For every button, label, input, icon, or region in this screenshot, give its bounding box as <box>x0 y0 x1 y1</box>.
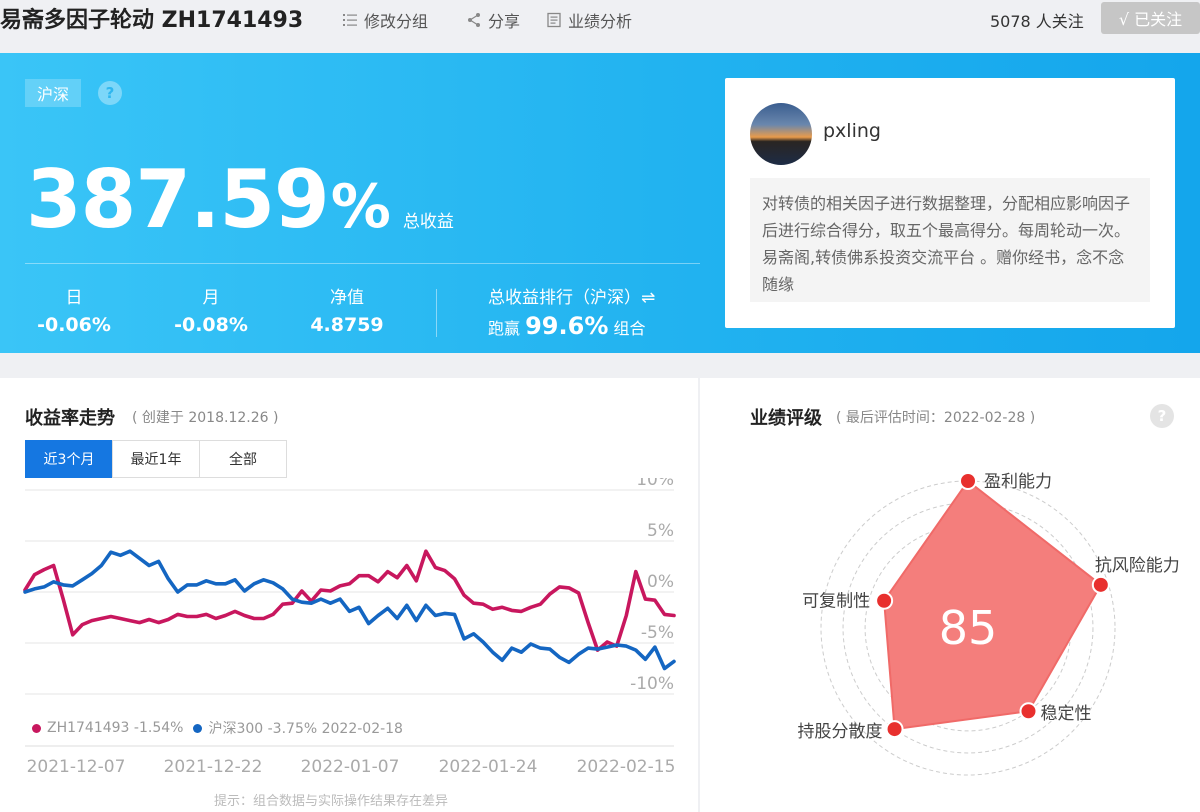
series-line-portfolio[interactable] <box>23 549 676 652</box>
stats-separator <box>436 289 437 337</box>
monthly-return-label: 月 <box>202 288 220 308</box>
series-line-index[interactable] <box>23 549 676 671</box>
rank-prefix: 跑赢 <box>488 319 521 338</box>
legend-dot-portfolio <box>32 723 41 733</box>
share-link[interactable]: 分享 <box>466 8 520 32</box>
market-tag: 沪深 <box>25 79 81 107</box>
list-icon <box>342 12 358 28</box>
total-return-rank: 总收益排行（沪深）⇌ 跑赢 99.6% 组合 <box>488 283 655 340</box>
y-tick-label: 5% <box>647 521 674 541</box>
radar-axis-label: 可复制性 <box>802 592 870 612</box>
tab-all[interactable]: 全部 <box>199 440 287 478</box>
monthly-return: 月 -0.08% <box>172 283 250 336</box>
tab-1-year[interactable]: 最近1年 <box>112 440 200 478</box>
manager-description: 对转债的相关因子进行数据整理，分配相应影响因子后进行综合得分，取五个最高得分。每… <box>750 178 1150 302</box>
y-tick-label: 10% <box>636 478 674 490</box>
data-disclaimer: 提示：组合数据与实际操作结果存在差异 <box>214 794 449 809</box>
returns-panel: 收益率走势 ( 创建于 2018.12.26 ) 近3个月 最近1年 全部 10… <box>0 378 698 812</box>
portfolio-title: 易斋多因子轮动 ZH1741493 <box>0 8 304 33</box>
total-return: 387.59 % 总收益 <box>26 153 454 246</box>
radar-point[interactable] <box>885 720 904 739</box>
net-value-value: 4.8759 <box>310 314 384 336</box>
x-tick-label: 2021-12-22 <box>164 757 263 777</box>
period-tabs: 近3个月 最近1年 全部 <box>25 440 287 478</box>
chart-legend: ZH1741493 -1.54% 沪深300 -3.75% 2022-02-18 <box>32 718 403 738</box>
document-icon <box>546 12 562 28</box>
radar-point[interactable] <box>875 591 894 610</box>
share-icon <box>466 12 482 28</box>
radar-axis-label: 持股分散度 <box>798 722 883 742</box>
hero-divider <box>25 263 700 264</box>
tab-3-months[interactable]: 近3个月 <box>25 440 113 478</box>
returns-line-chart[interactable]: 10% 5% 0% -5% -10% 2021-12-07 2021-12-22 2022-0… <box>0 478 698 812</box>
returns-title: 收益率走势 <box>25 408 115 429</box>
radar-point[interactable] <box>959 472 977 490</box>
daily-return: 日 -0.06% <box>36 283 112 336</box>
manager-name[interactable]: pxling <box>823 120 881 142</box>
x-tick-label: 2022-01-07 <box>301 757 400 777</box>
net-value-label: 净值 <box>330 288 364 308</box>
performance-analysis-link[interactable]: 业绩分析 <box>546 8 632 32</box>
x-tick-label: 2022-02-15 <box>577 757 676 777</box>
legend-portfolio[interactable]: ZH1741493 -1.54% <box>47 720 183 736</box>
y-tick-label: 0% <box>647 572 674 592</box>
rank-label[interactable]: 总收益排行（沪深）⇌ <box>488 283 655 308</box>
followed-button[interactable]: √ 已关注 <box>1101 2 1200 34</box>
returns-created: ( 创建于 2018.12.26 ) <box>132 410 279 426</box>
x-tick-label: 2021-12-07 <box>27 757 126 777</box>
edit-group-label: 修改分组 <box>364 12 429 31</box>
followers-count: 5078 人关注 <box>990 12 1084 31</box>
rank-value: 99.6% <box>525 312 609 340</box>
daily-return-value: -0.06% <box>37 314 111 336</box>
top-bar: 易斋多因子轮动 ZH1741493 修改分组 分享 业绩分析 5078 人关注 … <box>0 0 1200 52</box>
x-tick-label: 2022-01-24 <box>439 757 538 777</box>
radar-point[interactable] <box>1091 575 1110 594</box>
share-label: 分享 <box>488 12 521 31</box>
avatar[interactable] <box>750 103 812 165</box>
daily-return-label: 日 <box>65 288 83 308</box>
rank-line: 跑赢 99.6% 组合 <box>488 312 655 340</box>
legend-dot-index <box>193 723 203 733</box>
monthly-return-value: -0.08% <box>174 314 248 336</box>
rating-score: 85 <box>939 601 998 655</box>
y-tick-label: -5% <box>641 623 674 643</box>
manager-card: pxling 对转债的相关因子进行数据整理，分配相应影响因子后进行综合得分，取五… <box>725 78 1175 328</box>
legend-index[interactable]: 沪深300 -3.75% 2022-02-18 <box>208 718 403 738</box>
hero-banner: 沪深 ? 387.59 % 总收益 日 -0.06% 月 -0.08% 净值 4… <box>0 53 1200 353</box>
total-return-percent-sign: % <box>330 172 391 242</box>
radar-axis-label: 稳定性 <box>1040 704 1091 724</box>
edit-group-link[interactable]: 修改分组 <box>342 8 428 32</box>
total-return-value: 387.59 <box>26 153 330 246</box>
radar-axis-label: 盈利能力 <box>984 472 1052 492</box>
help-icon[interactable]: ? <box>98 81 122 105</box>
radar-axis-label: 抗风险能力 <box>1095 556 1180 576</box>
net-value: 净值 4.8759 <box>308 283 386 336</box>
rating-radar-chart: 盈利能力抗风险能力稳定性持股分散度 可复制性 85 <box>798 472 1180 776</box>
total-return-label: 总收益 <box>402 212 454 232</box>
rank-suffix: 组合 <box>613 319 646 338</box>
rating-panel: 业绩评级 ( 最后评估时间：2022-02-28 ) ? 盈利能力 抗风险能力 稳定… <box>700 378 1200 812</box>
performance-analysis-label: 业绩分析 <box>568 12 633 31</box>
y-tick-label: -10% <box>630 674 674 694</box>
radar-point[interactable] <box>1019 702 1038 721</box>
